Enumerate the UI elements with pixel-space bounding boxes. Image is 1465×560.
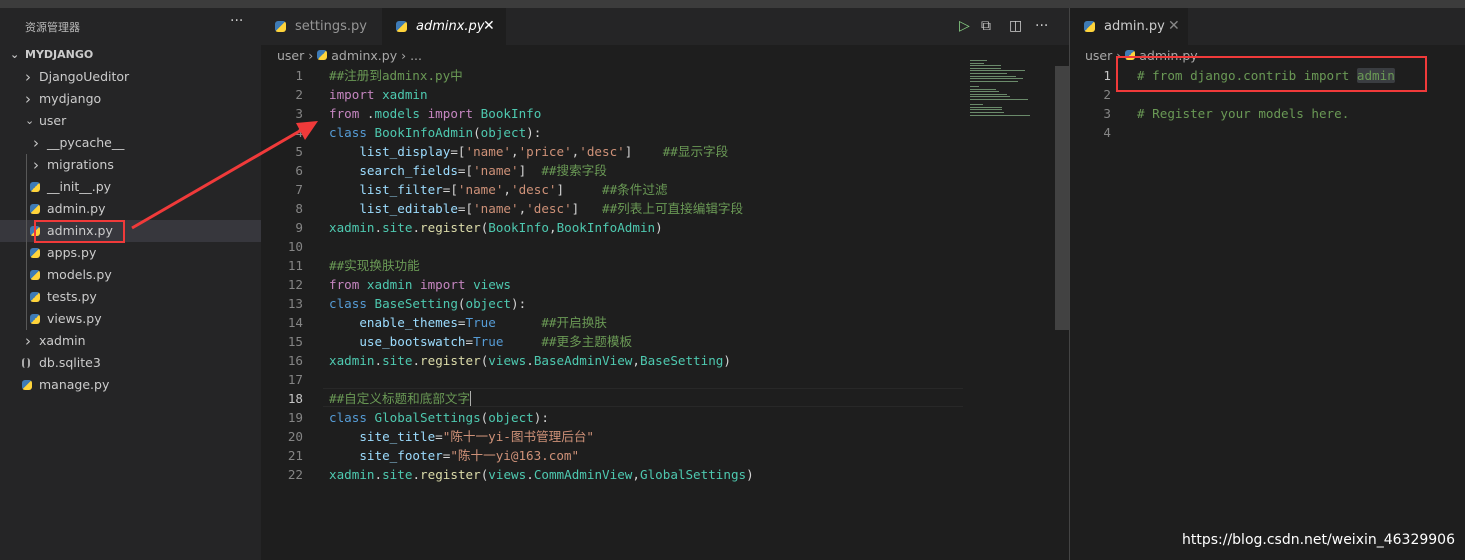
watermark: https://blog.csdn.net/weixin_46329906 xyxy=(1181,532,1455,548)
annotation-arrow xyxy=(131,121,318,230)
